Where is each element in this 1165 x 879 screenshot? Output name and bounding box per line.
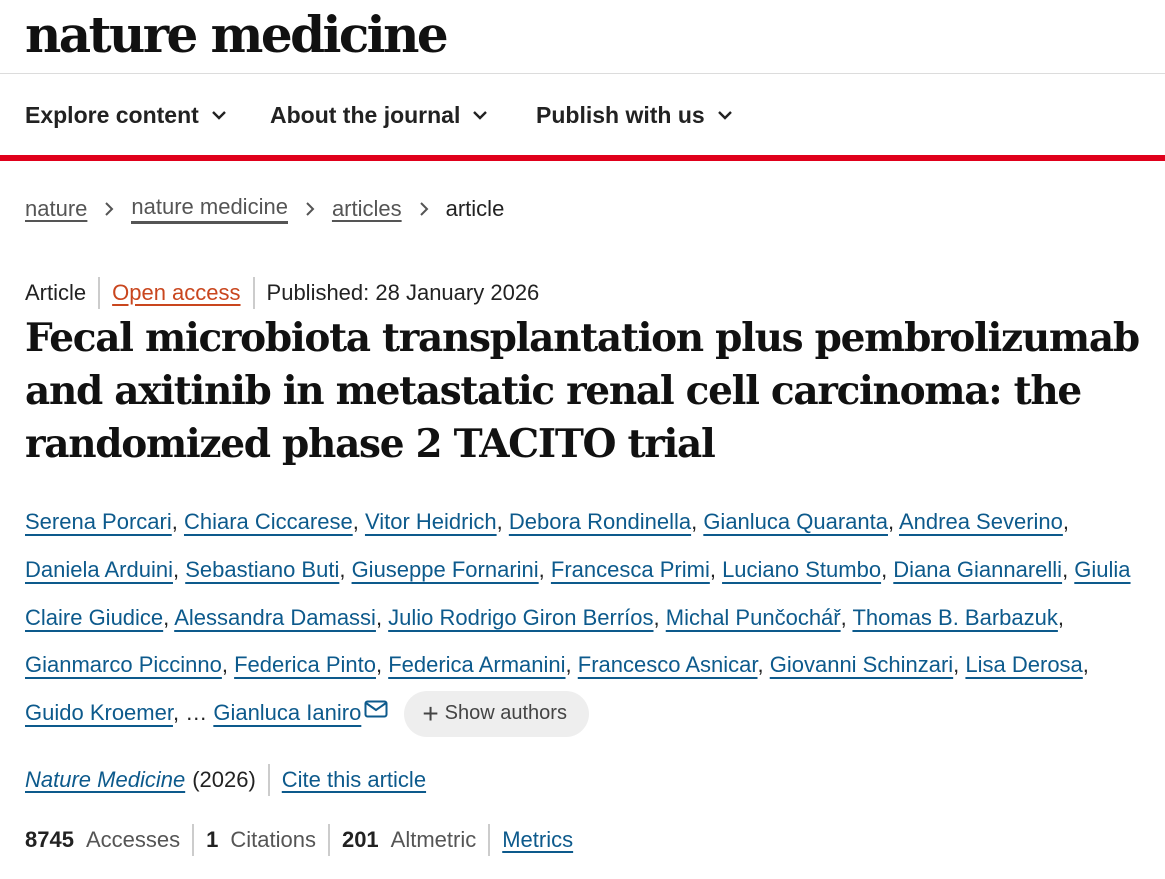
published-date: Published: 28 January 2026 bbox=[266, 280, 540, 305]
nav-publish-with-us[interactable]: Publish with us bbox=[536, 75, 733, 155]
chevron-down-icon bbox=[211, 111, 226, 120]
accesses-count: 8745 bbox=[25, 827, 74, 852]
nav-explore-content[interactable]: Explore content bbox=[25, 75, 227, 155]
author-link-corresponding[interactable]: Gianluca Ianiro bbox=[213, 700, 361, 725]
open-access-link[interactable]: Open access bbox=[112, 280, 240, 306]
author-link[interactable]: Vitor Heidrich bbox=[365, 509, 497, 534]
citations-count: 1 bbox=[206, 827, 219, 852]
metrics-link[interactable]: Metrics bbox=[502, 827, 573, 853]
author-link[interactable]: Diana Giannarelli bbox=[893, 557, 1062, 582]
author-list: Serena Porcari, Chiara Ciccarese, Vitor … bbox=[25, 498, 1145, 738]
author-ellipsis: … bbox=[185, 700, 208, 726]
author-link[interactable]: Andrea Severino bbox=[899, 509, 1063, 534]
author-link[interactable]: Giovanni Schinzari bbox=[770, 652, 953, 677]
show-authors-label: Show authors bbox=[444, 702, 567, 725]
author-link[interactable]: Michal Punčochář bbox=[666, 605, 841, 630]
author-link[interactable]: Gianluca Quaranta bbox=[703, 509, 888, 534]
citation-line: Nature Medicine (2026) Cite this article bbox=[25, 762, 426, 798]
journal-name-link[interactable]: Nature Medicine bbox=[25, 767, 185, 793]
citation-year: (2026) bbox=[192, 767, 256, 792]
author-link[interactable]: Daniela Arduini bbox=[25, 557, 173, 582]
altmetric-score: 201 bbox=[341, 827, 379, 852]
author-link[interactable]: Francesca Primi bbox=[551, 557, 710, 582]
author-link[interactable]: Federica Armanini bbox=[388, 652, 565, 677]
breadcrumb-nature[interactable]: nature bbox=[25, 196, 87, 222]
chevron-right-icon bbox=[105, 202, 114, 216]
accent-rule bbox=[0, 155, 1165, 161]
author-link[interactable]: Alessandra Damassi bbox=[174, 605, 376, 630]
breadcrumb-articles[interactable]: articles bbox=[332, 196, 402, 222]
author-link[interactable]: Chiara Ciccarese bbox=[184, 509, 353, 534]
accesses-label: Accesses bbox=[85, 827, 181, 852]
author-link[interactable]: Sebastiano Buti bbox=[185, 557, 339, 582]
divider bbox=[252, 277, 255, 309]
author-link[interactable]: Francesco Asnicar bbox=[578, 652, 758, 677]
article-title: Fecal microbiota transplantation plus pe… bbox=[25, 315, 1140, 467]
breadcrumb-nature-medicine[interactable]: nature medicine bbox=[131, 194, 288, 224]
article-meta: Article Open access Published: 28 Januar… bbox=[25, 276, 539, 310]
nav-label: Explore content bbox=[25, 101, 199, 128]
divider bbox=[267, 764, 270, 796]
cite-this-article-link[interactable]: Cite this article bbox=[282, 767, 426, 793]
masthead: nature medicine bbox=[0, 0, 1165, 74]
divider bbox=[488, 824, 491, 856]
nav-about-journal[interactable]: About the journal bbox=[270, 75, 488, 155]
article-type: Article bbox=[25, 280, 87, 305]
chevron-down-icon bbox=[473, 111, 488, 120]
divider bbox=[327, 824, 330, 856]
breadcrumb-current: article bbox=[445, 196, 505, 221]
nav-label: About the journal bbox=[270, 101, 461, 128]
author-link[interactable]: Serena Porcari bbox=[25, 509, 172, 534]
journal-logo[interactable]: nature medicine bbox=[25, 2, 449, 68]
divider bbox=[192, 824, 195, 856]
show-authors-button[interactable]: + Show authors bbox=[404, 691, 589, 738]
author-link[interactable]: Luciano Stumbo bbox=[722, 557, 881, 582]
author-link[interactable]: Lisa Derosa bbox=[965, 652, 1082, 677]
citations-label: Citations bbox=[230, 827, 316, 852]
author-link[interactable]: Thomas B. Barbazuk bbox=[852, 605, 1057, 630]
author-link[interactable]: Julio Rodrigo Giron Berríos bbox=[388, 605, 653, 630]
breadcrumb: nature nature medicine articles article bbox=[25, 192, 504, 226]
author-link[interactable]: Giuseppe Fornarini bbox=[352, 557, 539, 582]
main-nav: Explore content About the journal Publis… bbox=[0, 75, 1165, 155]
envelope-icon[interactable] bbox=[364, 700, 388, 718]
chevron-down-icon bbox=[717, 111, 732, 120]
altmetric-label: Altmetric bbox=[390, 827, 477, 852]
metrics-bar: 8745 Accesses 1 Citations 201 Altmetric … bbox=[25, 822, 573, 858]
divider bbox=[98, 277, 101, 309]
chevron-right-icon bbox=[419, 202, 429, 216]
author-link[interactable]: Debora Rondinella bbox=[509, 509, 691, 534]
chevron-right-icon bbox=[306, 202, 315, 216]
author-link[interactable]: Guido Kroemer bbox=[25, 700, 173, 725]
author-link[interactable]: Federica Pinto bbox=[234, 652, 376, 677]
plus-icon: + bbox=[422, 698, 439, 730]
nav-label: Publish with us bbox=[536, 101, 705, 128]
author-link[interactable]: Gianmarco Piccinno bbox=[25, 652, 222, 677]
